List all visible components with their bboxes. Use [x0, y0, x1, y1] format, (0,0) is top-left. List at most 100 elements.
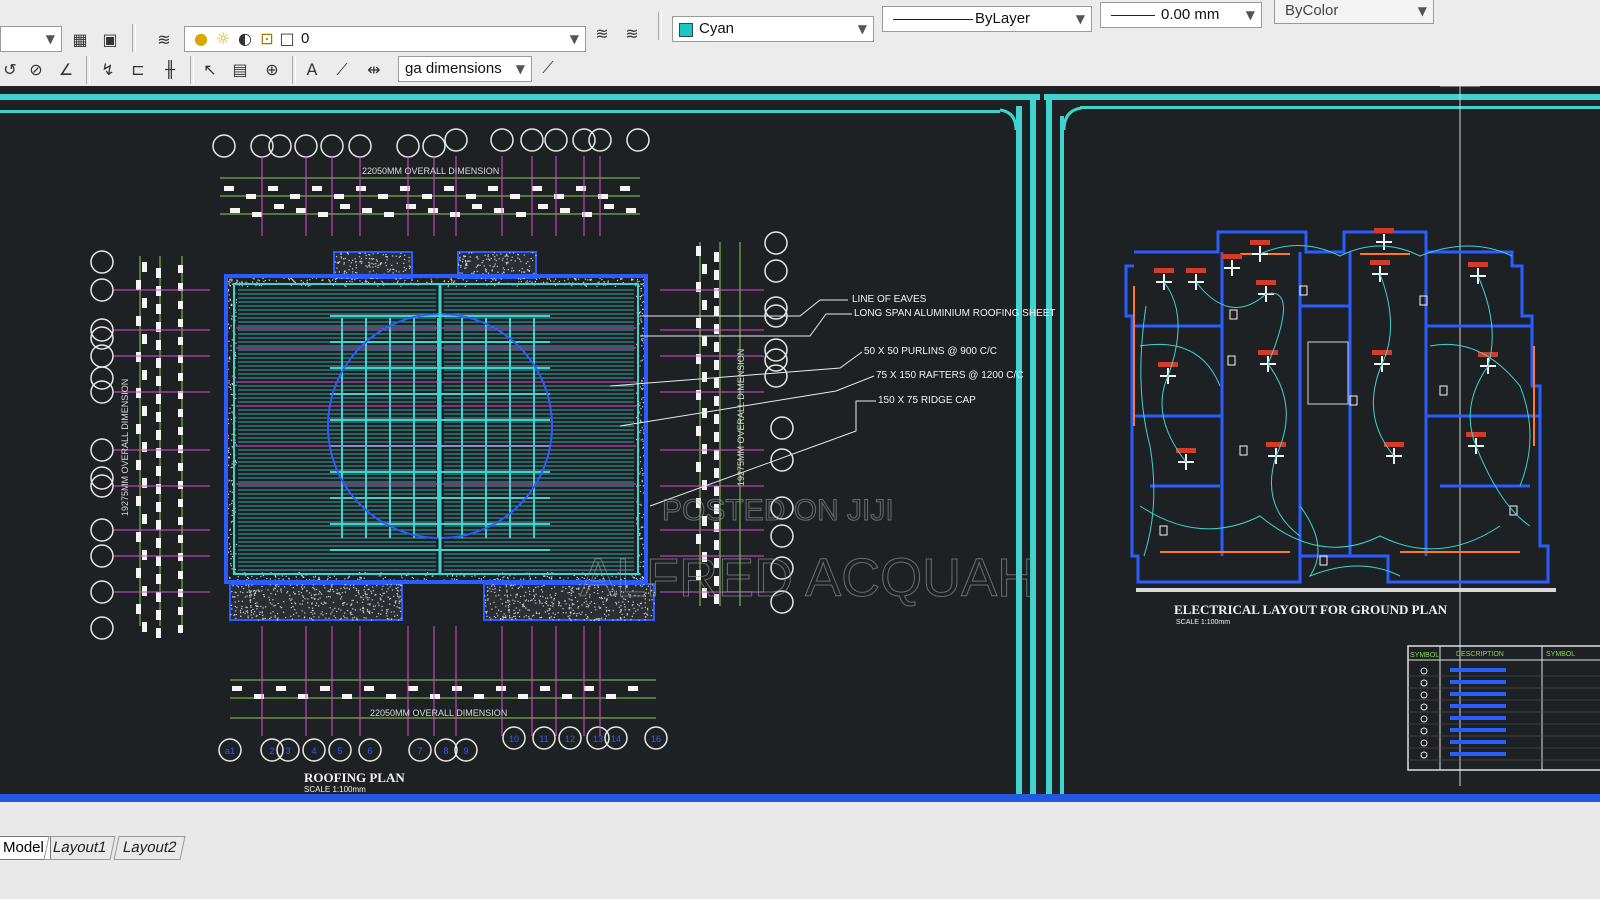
layer-dropdown[interactable]: ● ☼ ◐ ⊡ □ 0 ▼ — [184, 26, 586, 52]
tab-layout2[interactable]: Layout2 — [113, 836, 186, 860]
dimension-edit-icon[interactable]: A — [302, 60, 322, 80]
hatch-dot — [542, 605, 544, 607]
layer-stack-icon[interactable]: ≋ — [154, 30, 174, 50]
angular-dimension-icon[interactable]: ∠ — [56, 60, 76, 80]
hatch-dot — [487, 586, 489, 588]
hatch-dot — [318, 590, 321, 592]
hatch-dot — [409, 266, 412, 268]
hatch-dot — [507, 576, 509, 579]
hatch-dot — [605, 610, 608, 612]
hatch-dot — [471, 272, 473, 274]
hatch-dot — [621, 613, 623, 615]
tab-layout1[interactable]: Layout1 — [43, 836, 116, 860]
layer-previous-icon[interactable]: ≋ — [622, 24, 642, 44]
light-fitting — [1374, 228, 1394, 233]
leader-icon[interactable]: ↖ — [200, 60, 220, 80]
hatch-dot — [542, 596, 544, 598]
hatch-dot — [289, 598, 291, 600]
hatch-dot — [314, 576, 317, 578]
hatch-dot — [593, 619, 595, 622]
lineweight-dropdown[interactable]: 0.00 mm ▼ — [1100, 2, 1262, 28]
quick-dimension-icon[interactable]: ↯ — [98, 60, 118, 80]
dimension-update-icon[interactable]: ⇹ — [364, 60, 384, 80]
continue-dimension-icon[interactable]: ╫ — [160, 60, 180, 80]
hatch-dot — [504, 594, 506, 596]
hatch-dot — [494, 258, 496, 260]
hatch-dot — [404, 279, 406, 282]
hatch-dot — [355, 267, 357, 269]
hatch-dot — [529, 593, 531, 595]
grid-bubble — [422, 134, 446, 158]
hatch-dot — [546, 281, 548, 283]
dimension-tick — [178, 571, 183, 579]
hatch-dot — [642, 485, 644, 487]
hatch-dot — [624, 609, 626, 611]
grid-bubble — [90, 616, 114, 640]
hatch-dot — [390, 611, 392, 613]
baseline-dimension-icon[interactable]: ⊏ — [128, 60, 148, 80]
dimension-tick — [230, 208, 240, 213]
plotstyle-dropdown[interactable]: ByColor ▼ — [1274, 0, 1434, 24]
dimension-style-dropdown[interactable]: ga dimensions ▼ — [398, 56, 532, 82]
hatch-dot — [451, 578, 453, 580]
hatch-dot — [382, 585, 384, 587]
hatch-dot — [362, 594, 364, 597]
dimension-text-edit-icon[interactable]: ⟋ — [332, 60, 352, 80]
hatch-dot — [270, 616, 272, 618]
hatch-dot — [465, 263, 467, 265]
arc-tool-icon[interactable]: ↺ — [0, 60, 20, 80]
workspace-dropdown[interactable]: ▼ — [0, 26, 62, 52]
hatch-dot — [505, 615, 507, 617]
hatch-dot — [524, 271, 526, 273]
layer-state-icon[interactable]: ▣ — [100, 30, 120, 50]
hatch-dot — [509, 603, 511, 605]
hatch-dot — [502, 271, 505, 273]
hatch-dot — [401, 577, 403, 579]
hatch-dot — [247, 584, 250, 586]
model-space-canvas[interactable]: a1 2 3 4 5 6 7 8 9 10 11 12 13 14 16 LIN… — [0, 86, 1600, 826]
make-current-icon[interactable]: ≋ — [592, 24, 612, 44]
linetype-dropdown[interactable]: ByLayer ▼ — [882, 6, 1092, 32]
hatch-dot — [638, 280, 640, 282]
hatch-dot — [350, 613, 352, 615]
layer-manager-icon[interactable]: ▦ — [70, 30, 90, 50]
hatch-dot — [478, 577, 480, 580]
hatch-dot — [246, 591, 248, 593]
hatch-dot — [353, 586, 355, 589]
hatch-dot — [351, 600, 353, 602]
socket-icon — [1229, 309, 1238, 320]
hatch-dot — [231, 502, 233, 504]
color-dropdown[interactable]: Cyan ▼ — [672, 16, 874, 42]
hatch-dot — [509, 252, 511, 254]
hatch-dot — [340, 617, 342, 620]
hatch-dot — [522, 605, 524, 607]
hatch-dot — [256, 605, 258, 607]
center-mark-icon[interactable]: ⊕ — [262, 60, 282, 80]
hatch-dot — [332, 588, 334, 591]
hatch-dot — [369, 271, 371, 273]
dimension-tick — [364, 686, 374, 691]
hatch-dot — [301, 584, 304, 586]
hatch-dot — [235, 302, 237, 304]
hatch-dot — [473, 272, 475, 274]
radius-dimension-icon[interactable]: ⊘ — [26, 60, 46, 80]
tolerance-icon[interactable]: ▤ — [230, 60, 250, 80]
hatch-dot — [398, 271, 400, 273]
hatch-dot — [570, 599, 572, 601]
right-overall-dimension: 19275MM OVERALL DIMENSION — [736, 349, 746, 486]
hatch-dot — [230, 345, 232, 347]
hatch-dot — [411, 576, 413, 579]
hatch-dot — [640, 429, 642, 432]
dimension-tick — [142, 334, 147, 344]
dimension-tick — [538, 204, 548, 209]
hatch-dot — [245, 575, 247, 577]
hatch-dot — [274, 575, 277, 577]
hatch-dot — [279, 606, 282, 608]
hatch-dot — [286, 592, 288, 594]
hatch-dot — [375, 259, 378, 261]
hatch-dot — [642, 377, 645, 379]
hatch-dot — [248, 589, 250, 591]
hatch-dot — [508, 600, 511, 602]
dimension-style-manager-icon[interactable]: ⟋ — [538, 58, 558, 78]
hatch-dot — [513, 577, 515, 579]
